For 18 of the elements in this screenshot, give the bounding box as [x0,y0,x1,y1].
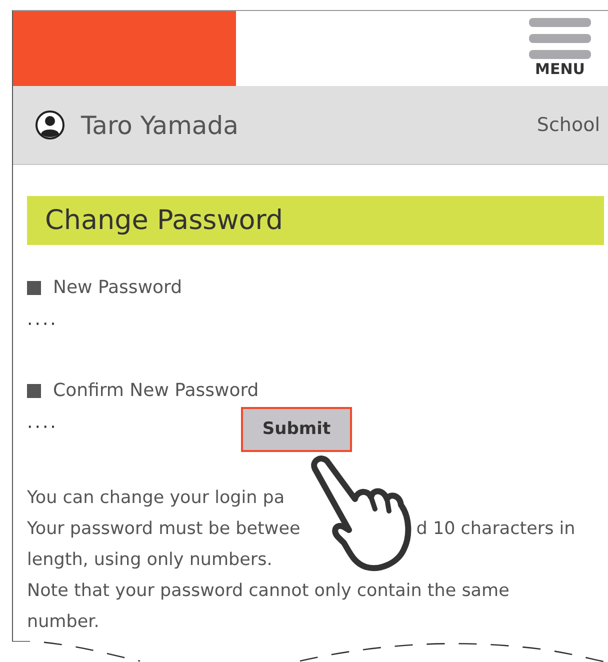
note-text: Your password must be betwee [27,518,300,541]
field-label: New Password [53,277,182,298]
page-title: Change Password [27,196,604,245]
menu-button[interactable]: MENU [529,18,591,86]
note-text: Note that your password cannot only contain the same [27,580,510,603]
bullet-square [27,384,41,398]
password-field[interactable]: ···· [27,314,227,334]
note-text: d 10 characters in [416,518,576,541]
password-field[interactable]: ···· [27,416,227,438]
school-name: School [536,114,600,136]
user-name: Taro Yamada [81,110,238,140]
field-label: Confirm New Password [53,380,259,401]
note-text: You can change your login pa [27,487,285,510]
bullet-square [27,280,41,294]
user-icon [35,110,65,140]
note-text: length, using only numbers. [27,549,272,572]
note-text: number. [27,611,100,634]
submit-button[interactable]: Submit [241,406,352,452]
